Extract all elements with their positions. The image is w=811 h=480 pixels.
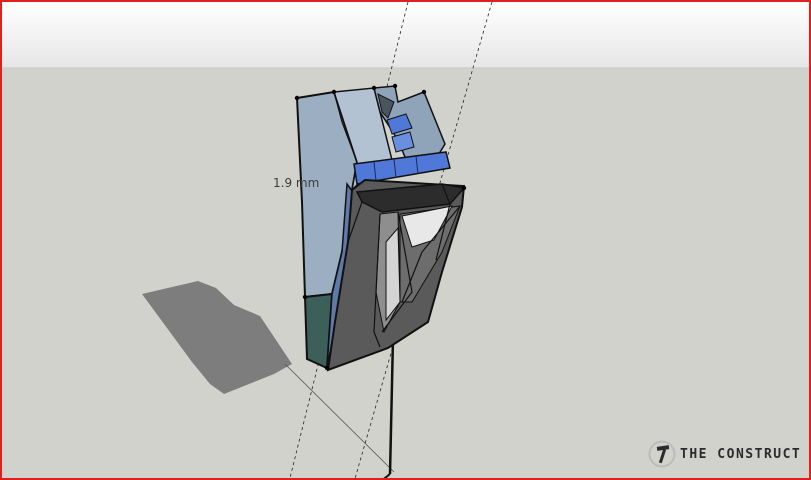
hammer-logo-icon — [648, 440, 676, 468]
sky — [2, 2, 809, 68]
sketchup-viewport[interactable]: 1.9 mm THE CONSTRUCT — [0, 0, 811, 480]
3d-scene[interactable] — [2, 2, 811, 480]
the-construct-logo: THE CONSTRUCT — [648, 440, 801, 468]
logo-text: THE CONSTRUCT — [680, 446, 802, 462]
dimension-label: 1.9 mm — [273, 176, 320, 190]
